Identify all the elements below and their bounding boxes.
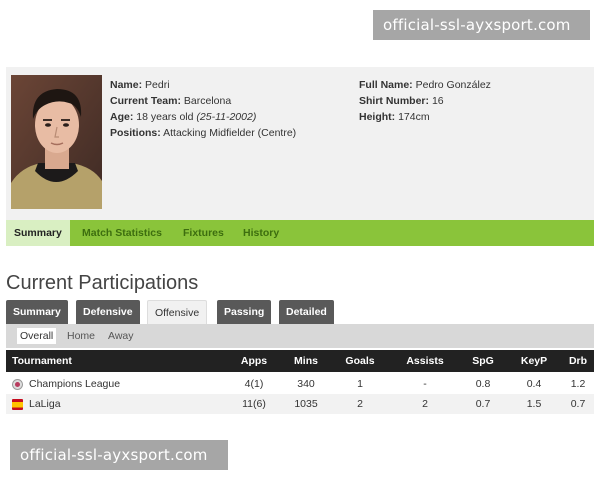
subtab-offensive[interactable]: Offensive xyxy=(147,300,208,324)
info-name: Name: Pedri xyxy=(110,77,296,93)
name-label: Name: xyxy=(110,79,143,91)
player-profile: Name: Pedri Current Team: Barcelona Age:… xyxy=(6,67,594,220)
info-age: Age: 18 years old (25-11-2002) xyxy=(110,109,296,125)
assists-cell: - xyxy=(423,378,427,390)
info-fullname: Full Name: Pedro González xyxy=(359,77,491,93)
tab-fixtures[interactable]: Fixtures xyxy=(175,220,232,246)
keyp-cell: 1.5 xyxy=(526,398,542,410)
spg-cell: 0.8 xyxy=(475,378,491,390)
info-positions: Positions: Attacking Midfielder (Centre) xyxy=(110,125,296,141)
goals-cell: 2 xyxy=(357,398,363,410)
positions-value: Attacking Midfielder (Centre) xyxy=(163,127,297,139)
tab-history[interactable]: History xyxy=(235,220,287,246)
drb-cell: 1.2 xyxy=(570,378,586,390)
header-goals[interactable]: Goals xyxy=(334,350,386,372)
height-label: Height: xyxy=(359,111,396,123)
assists-cell: 2 xyxy=(422,398,428,410)
header-mins[interactable]: Mins xyxy=(281,350,331,372)
header-assists[interactable]: Assists xyxy=(398,350,452,372)
tab-summary[interactable]: Summary xyxy=(6,220,70,246)
header-keyp[interactable]: KeyP xyxy=(512,350,556,372)
watermark-bottom: official-ssl-ayxsport.com xyxy=(10,440,228,470)
stats-table: Tournament Apps Mins Goals Assists SpG K… xyxy=(6,350,594,414)
header-drb[interactable]: Drb xyxy=(560,350,596,372)
header-apps[interactable]: Apps xyxy=(229,350,279,372)
watermark-top: official-ssl-ayxsport.com xyxy=(373,10,590,40)
table-row: Champions League 4(1) 340 1 - 0.8 0.4 1.… xyxy=(6,374,594,394)
filter-bar: Overall Home Away xyxy=(6,324,594,348)
shirt-value: 16 xyxy=(431,95,444,107)
player-tabbar: Summary Match Statistics Fixtures Histor… xyxy=(6,220,594,246)
subtab-detailed[interactable]: Detailed xyxy=(279,300,334,324)
apps-cell: 11(6) xyxy=(242,398,266,410)
subtab-passing[interactable]: Passing xyxy=(217,300,272,324)
team-value: Barcelona xyxy=(183,95,232,107)
player-info-right: Full Name: Pedro González Shirt Number: … xyxy=(359,77,491,125)
tournament-name[interactable]: LaLiga xyxy=(29,398,61,410)
player-photo xyxy=(11,75,102,209)
height-value: 174cm xyxy=(398,111,430,123)
goals-cell: 1 xyxy=(357,378,363,390)
subtab-defensive[interactable]: Defensive xyxy=(76,300,140,324)
header-tournament[interactable]: Tournament xyxy=(12,350,72,372)
name-value: Pedri xyxy=(145,79,170,91)
filter-away[interactable]: Away xyxy=(105,328,137,344)
tournament-cell[interactable]: LaLiga xyxy=(12,394,61,414)
filter-overall[interactable]: Overall xyxy=(17,328,57,344)
info-shirt: Shirt Number: 16 xyxy=(359,93,491,109)
tab-match-statistics[interactable]: Match Statistics xyxy=(74,220,170,246)
team-label: Current Team: xyxy=(110,95,181,107)
info-team: Current Team: Barcelona xyxy=(110,93,296,109)
fullname-label: Full Name: xyxy=(359,79,413,91)
age-value: 18 years old xyxy=(136,111,194,123)
tournament-cell[interactable]: Champions League xyxy=(12,374,120,394)
tournament-name[interactable]: Champions League xyxy=(29,378,120,390)
table-header: Tournament Apps Mins Goals Assists SpG K… xyxy=(6,350,594,372)
drb-cell: 0.7 xyxy=(570,398,586,410)
birthdate-value: (25-11-2002) xyxy=(196,111,257,123)
info-height: Height: 174cm xyxy=(359,109,491,125)
section-title: Current Participations xyxy=(6,272,199,294)
spain-flag-icon xyxy=(12,398,23,410)
keyp-cell: 0.4 xyxy=(526,378,542,390)
mins-cell: 340 xyxy=(297,378,315,390)
age-label: Age: xyxy=(110,111,134,123)
player-info-left: Name: Pedri Current Team: Barcelona Age:… xyxy=(110,77,296,141)
positions-label: Positions: xyxy=(110,127,161,139)
shirt-label: Shirt Number: xyxy=(359,95,430,107)
header-spg[interactable]: SpG xyxy=(462,350,504,372)
table-row: LaLiga 11(6) 1035 2 2 0.7 1.5 0.7 xyxy=(6,394,594,414)
filter-home[interactable]: Home xyxy=(64,328,98,344)
spg-cell: 0.7 xyxy=(475,398,491,410)
mins-cell: 1035 xyxy=(294,398,318,410)
champions-league-icon xyxy=(12,378,23,390)
apps-cell: 4(1) xyxy=(244,378,264,390)
fullname-value: Pedro González xyxy=(415,79,491,91)
subtab-summary[interactable]: Summary xyxy=(6,300,68,324)
